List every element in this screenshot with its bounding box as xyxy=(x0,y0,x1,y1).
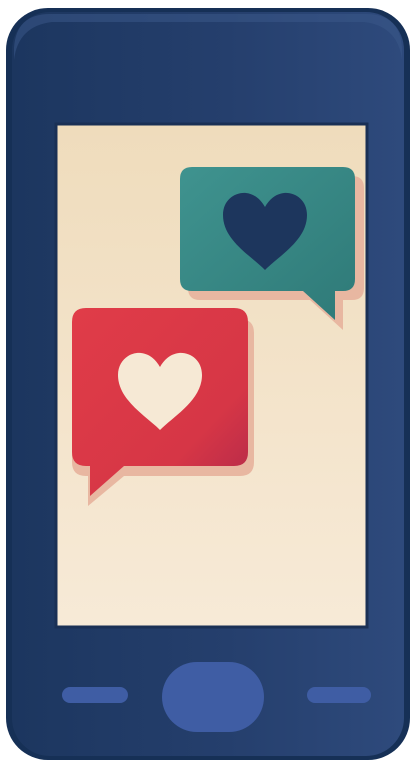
left-key-indicator xyxy=(62,687,128,703)
illustration-canvas xyxy=(0,0,417,766)
right-key-indicator xyxy=(307,687,371,703)
home-button xyxy=(162,662,264,732)
phone-illustration xyxy=(6,8,410,760)
